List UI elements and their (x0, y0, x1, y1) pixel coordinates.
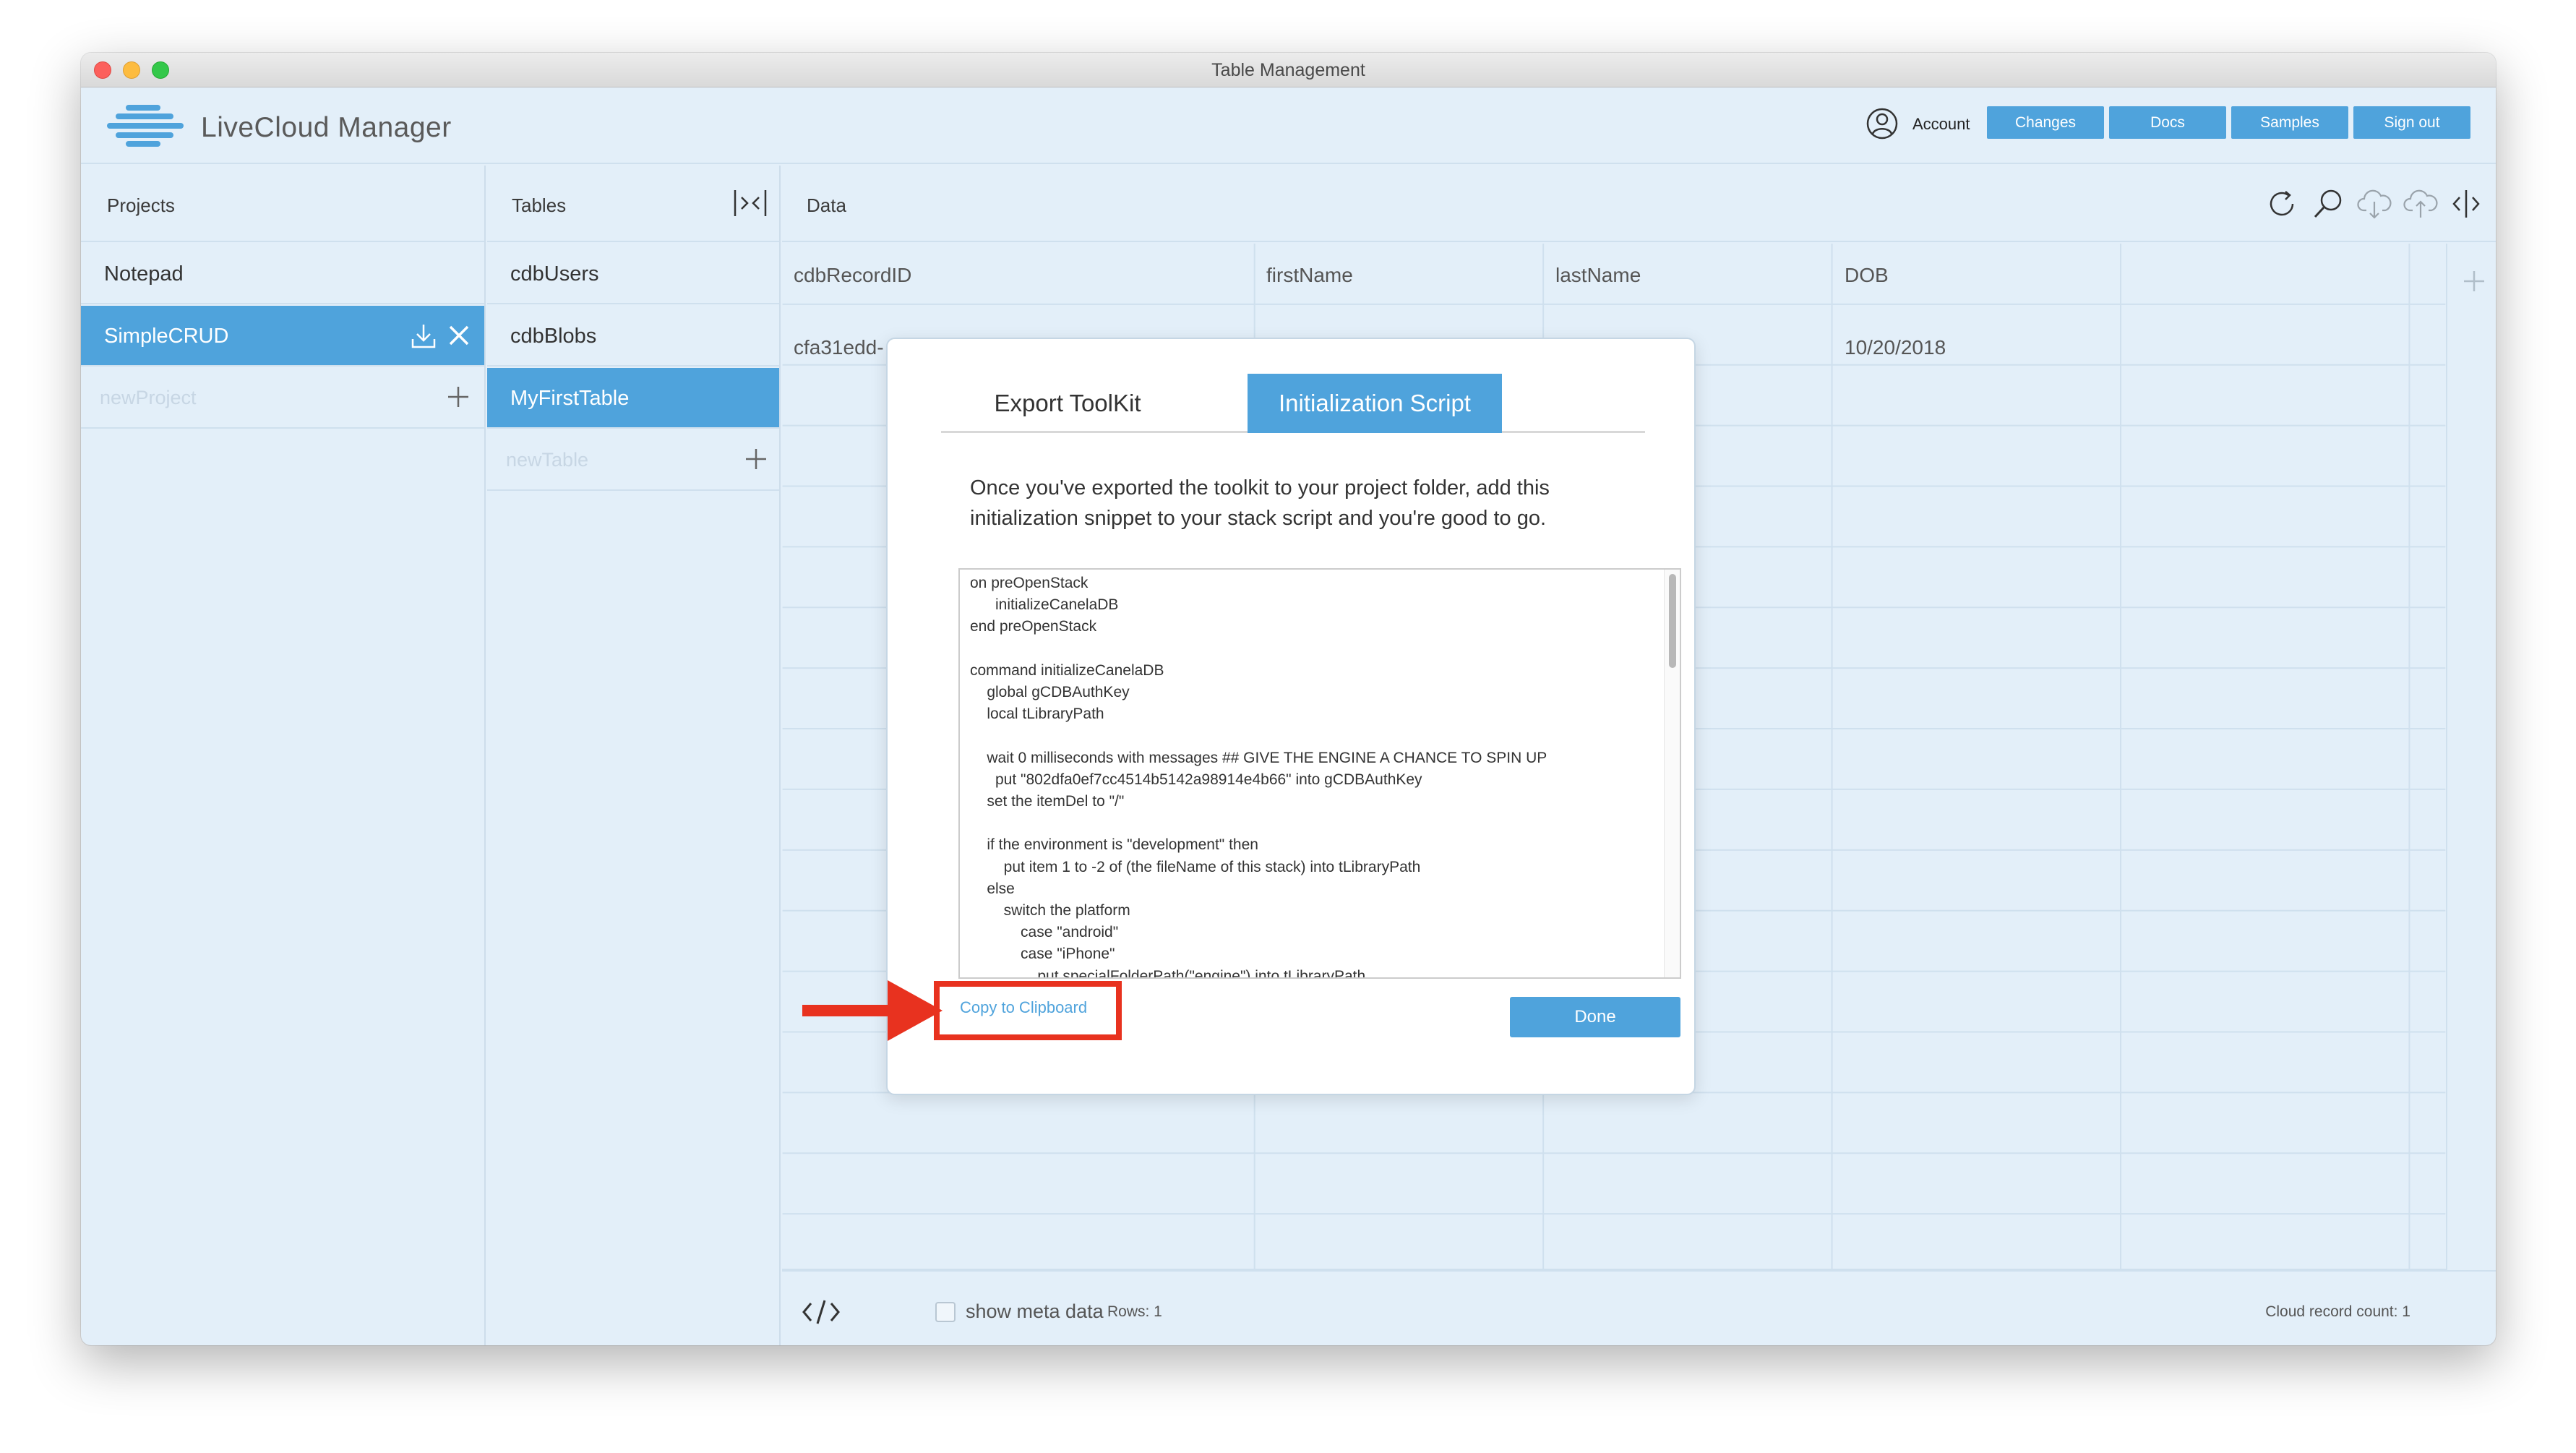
close-icon[interactable] (447, 323, 471, 348)
new-project-input[interactable]: newProject (100, 387, 197, 409)
docs-button[interactable]: Docs (2109, 106, 2226, 139)
tables-panel: Tables cdbUsers cdbBlobs MyFirstTable ne… (487, 166, 781, 1345)
refresh-icon[interactable] (2264, 186, 2300, 222)
cloud-download-icon[interactable] (2356, 186, 2392, 222)
table-item-myfirsttable[interactable]: MyFirstTable (487, 368, 779, 429)
table-item-label: cdbUsers (510, 262, 599, 286)
collapse-columns-icon[interactable] (733, 187, 768, 219)
code-scrollbar[interactable] (1664, 570, 1680, 977)
plus-icon[interactable] (444, 382, 473, 411)
init-script-textarea[interactable]: on preOpenStack initializeCanelaDB end p… (958, 568, 1681, 979)
code-view-icon[interactable] (801, 1298, 841, 1326)
done-button[interactable]: Done (1510, 997, 1680, 1037)
tab-initialization-script[interactable]: Initialization Script (1248, 374, 1502, 433)
project-item-simplecrud[interactable]: SimpleCRUD (81, 306, 484, 367)
app-header: LiveCloud Manager Account Changes Docs S… (81, 87, 2496, 164)
project-item-notepad[interactable]: Notepad (81, 244, 484, 304)
table-item-cdbusers[interactable]: cdbUsers (487, 244, 779, 304)
dialog-intro-text: Once you've exported the toolkit to your… (970, 476, 1550, 530)
new-table-input[interactable]: newTable (506, 449, 588, 471)
new-table-row[interactable]: newTable (487, 430, 779, 491)
rows-count: Rows: 1 (1107, 1303, 1162, 1320)
code-scrollbar-thumb[interactable] (1669, 574, 1676, 668)
expand-columns-icon[interactable] (2448, 186, 2484, 222)
app-window: Table Management LiveCloud Manager Accou… (81, 53, 2496, 1345)
project-item-label: Notepad (104, 262, 184, 286)
column-header-firstname[interactable]: firstName (1266, 264, 1353, 287)
cloud-record-count: Cloud record count: 1 (2265, 1303, 2410, 1320)
app-name: LiveCloud Manager (201, 112, 452, 143)
dialog-tabs: Export ToolKit Initialization Script (941, 374, 1645, 433)
data-header: Data (782, 166, 2496, 242)
samples-button[interactable]: Samples (2231, 106, 2348, 139)
search-icon[interactable] (2310, 186, 2346, 222)
projects-panel: Projects Notepad SimpleCRUD newProject (81, 166, 486, 1345)
column-header-dob[interactable]: DOB (1845, 264, 1889, 287)
new-project-row[interactable]: newProject (81, 368, 484, 429)
show-meta-data-label: show meta data (966, 1300, 1104, 1322)
highlight-arrow-icon (802, 980, 943, 1041)
tables-header: Tables (487, 166, 779, 242)
data-footer: show meta data Rows: 1 Cloud record coun… (782, 1270, 2496, 1345)
column-header-cdbrecordid[interactable]: cdbRecordID (794, 264, 911, 287)
table-item-label: cdbBlobs (510, 325, 597, 348)
projects-header: Projects (81, 166, 484, 242)
cloud-upload-icon[interactable] (2403, 186, 2439, 222)
projects-header-label: Projects (107, 194, 175, 216)
tab-export-toolkit[interactable]: Export ToolKit (941, 374, 1194, 433)
highlight-box (934, 981, 1122, 1040)
changes-button[interactable]: Changes (1987, 106, 2104, 139)
table-item-cdbblobs[interactable]: cdbBlobs (487, 306, 779, 367)
show-meta-data-checkbox[interactable] (935, 1302, 956, 1322)
title-bar: Table Management (81, 53, 2496, 87)
account-icon[interactable] (1866, 107, 1899, 140)
livecloud-logo-icon (107, 105, 184, 147)
window-title: Table Management (1211, 60, 1365, 80)
project-item-label: SimpleCRUD (104, 325, 229, 348)
plus-icon[interactable] (742, 445, 770, 473)
tables-header-label: Tables (512, 194, 567, 216)
add-column-icon[interactable] (2460, 267, 2489, 296)
table-item-label: MyFirstTable (510, 387, 630, 410)
column-header-lastname[interactable]: lastName (1555, 264, 1641, 287)
sign-out-button[interactable]: Sign out (2353, 106, 2470, 139)
cell-dob[interactable]: 10/20/2018 (1845, 336, 1946, 359)
cell-cdbrecordid[interactable]: cfa31edd- (794, 336, 884, 359)
data-header-label: Data (807, 194, 846, 216)
init-script-code[interactable]: on preOpenStack initializeCanelaDB end p… (970, 573, 1547, 977)
download-icon[interactable] (409, 322, 438, 351)
account-link[interactable]: Account (1912, 115, 1970, 134)
